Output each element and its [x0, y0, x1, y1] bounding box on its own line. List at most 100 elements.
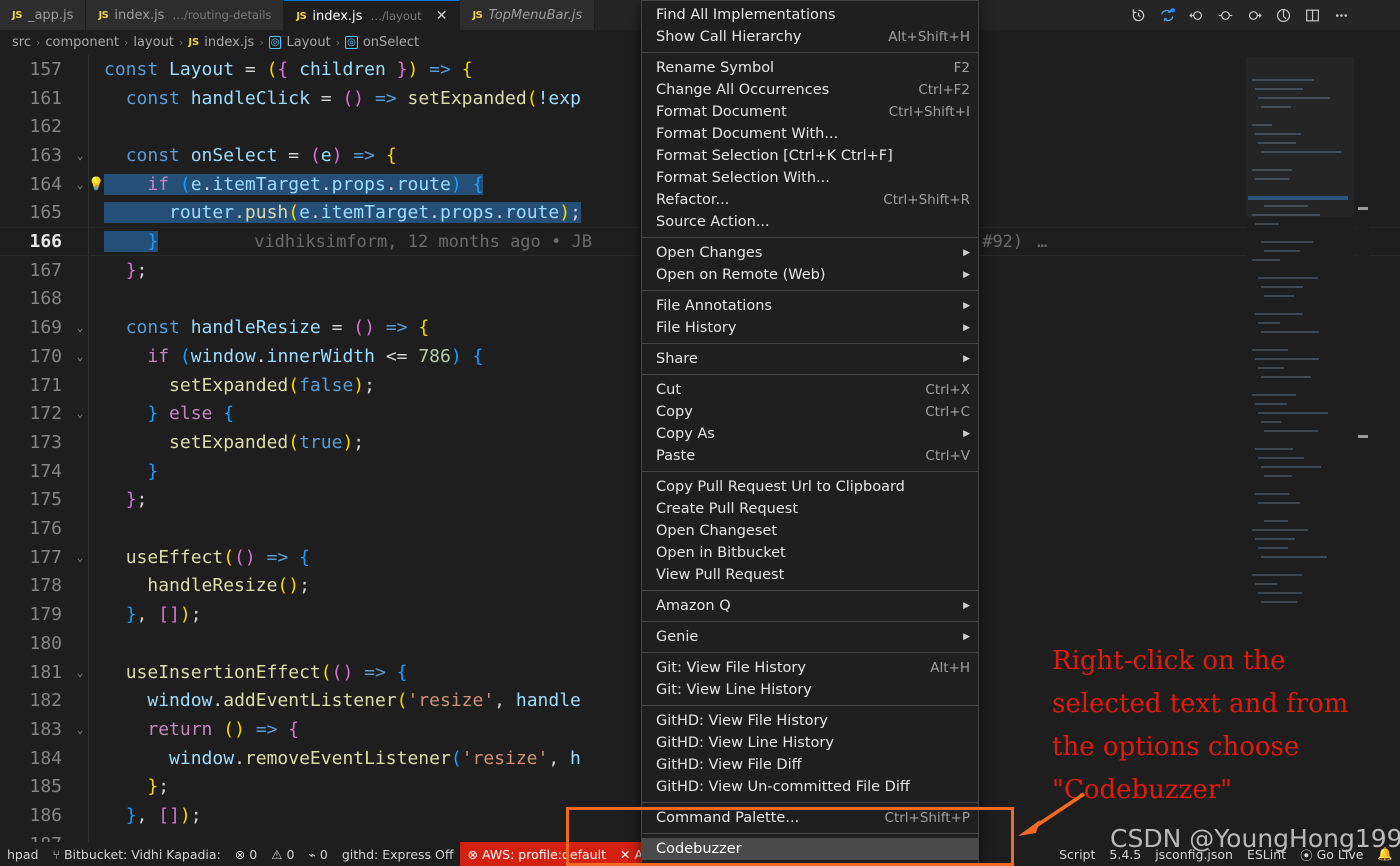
aws-profile-item[interactable]: ⊗ AWS: profile:default [460, 842, 613, 866]
menu-item-label: Format Document [656, 104, 787, 120]
menu-item-label: Find All Implementations [656, 7, 836, 23]
menu-item-copy-as[interactable]: Copy As ▶ [642, 423, 978, 445]
menu-item-format-selection-with[interactable]: Format Selection With... [642, 167, 978, 189]
menu-item-label: GitHD: View Line History [656, 735, 834, 751]
minimap-line [1255, 448, 1293, 450]
sync-changes-icon[interactable] [1154, 2, 1180, 28]
breadcrumb-item-index-js[interactable]: index.js [204, 35, 254, 50]
bitbucket-item[interactable]: ⑂ Bitbucket: Vidhi Kapadia: [45, 842, 227, 866]
minimap-line [1261, 331, 1319, 333]
menu-item-format-document-with[interactable]: Format Document With... [642, 123, 978, 145]
problems-item[interactable]: ⊗ 0 [228, 842, 264, 866]
menu-item-command-palette[interactable]: Command Palette... Ctrl+Shift+P [642, 807, 978, 829]
menu-item-open-in-bitbucket[interactable]: Open in Bitbucket [642, 542, 978, 564]
minimap-line [1255, 583, 1277, 585]
warnings-item[interactable]: ⚠ 0 [264, 842, 301, 866]
history-icon[interactable] [1125, 2, 1151, 28]
fold-toggle-icon[interactable]: ⌄ [72, 321, 88, 334]
menu-item-paste[interactable]: Paste Ctrl+V [642, 445, 978, 467]
menu-item-githd-view-un-committed-file-diff[interactable]: GitHD: View Un-committed File Diff [642, 776, 978, 798]
menu-item-format-document[interactable]: Format Document Ctrl+Shift+I [642, 101, 978, 123]
minimap-line [1255, 493, 1289, 495]
minimap-line [1261, 241, 1313, 243]
run-debug-icon[interactable] [1270, 2, 1296, 28]
menu-item-show-call-hierarchy[interactable]: Show Call Hierarchy Alt+Shift+H [642, 26, 978, 48]
quick-fix-lightbulb-icon[interactable]: 💡 [88, 177, 104, 192]
menu-item-open-on-remote-web[interactable]: Open on Remote (Web) ▶ [642, 264, 978, 286]
menu-item-label: Copy Pull Request Url to Clipboard [656, 479, 905, 495]
fold-toggle-icon[interactable]: ⌄ [72, 407, 88, 420]
scratchpad-item[interactable]: hpad [0, 842, 45, 866]
split-editor-icon[interactable] [1299, 2, 1325, 28]
menu-item-open-changes[interactable]: Open Changes ▶ [642, 242, 978, 264]
menu-item-label: Open Changeset [656, 523, 778, 539]
go-back-icon[interactable] [1183, 2, 1209, 28]
breadcrumb-item-component[interactable]: component [45, 35, 119, 50]
menu-item-genie[interactable]: Genie ▶ [642, 626, 978, 648]
fold-toggle-icon[interactable]: ⌄ [72, 149, 88, 162]
menu-item-shortcut: Ctrl+Shift+R [883, 192, 970, 208]
menu-item-source-action[interactable]: Source Action... [642, 211, 978, 233]
minimap-line [1255, 403, 1287, 405]
menu-item-share[interactable]: Share ▶ [642, 348, 978, 370]
menu-item-rename-symbol[interactable]: Rename Symbol F2 [642, 57, 978, 79]
menu-item-label: Format Document With... [656, 126, 839, 142]
menu-item-githd-view-line-history[interactable]: GitHD: View Line History [642, 732, 978, 754]
menu-item-githd-view-file-diff[interactable]: GitHD: View File Diff [642, 754, 978, 776]
ports-item[interactable]: ⌁ 0 [301, 842, 334, 866]
editor-tab-index-js[interactable]: JS index.js …/layout ✕ [284, 0, 461, 31]
line-number: 162 [29, 116, 62, 138]
menu-item-view-pull-request[interactable]: View Pull Request [642, 564, 978, 586]
menu-item-copy[interactable]: Copy Ctrl+C [642, 401, 978, 423]
menu-item-codebuzzer[interactable]: Codebuzzer [642, 838, 978, 860]
menu-item-open-changeset[interactable]: Open Changeset [642, 520, 978, 542]
menu-separator [642, 471, 978, 472]
fold-toggle-icon[interactable]: ⌄ [72, 551, 88, 564]
editor-tab-TopMenuBar-js[interactable]: JS TopMenuBar.js [460, 0, 596, 30]
menu-item-label: Open Changes [656, 245, 763, 261]
watermark: CSDN @YoungHong1992 [1110, 824, 1400, 853]
fold-toggle-icon[interactable]: ⌄ [72, 666, 88, 679]
minimap-line [1258, 502, 1300, 504]
menu-item-find-all-implementations[interactable]: Find All Implementations [642, 4, 978, 26]
menu-item-label: View Pull Request [656, 567, 785, 583]
githd-item[interactable]: githd: Express Off [335, 842, 461, 866]
menu-item-githd-view-file-history[interactable]: GitHD: View File History [642, 710, 978, 732]
menu-item-cut[interactable]: Cut Ctrl+X [642, 379, 978, 401]
menu-item-copy-pull-request-url-to-clipboard[interactable]: Copy Pull Request Url to Clipboard [642, 476, 978, 498]
breadcrumb-item-onSelect[interactable]: onSelect [363, 35, 419, 50]
menu-item-git-view-file-history[interactable]: Git: View File History Alt+H [642, 657, 978, 679]
minimap-slider[interactable] [1246, 57, 1354, 217]
editor-tab-index-js[interactable]: JS index.js …/routing-details [86, 0, 285, 30]
line-number: 172 [29, 403, 62, 425]
close-icon[interactable]: ✕ [436, 9, 448, 23]
more-actions-icon[interactable] [1328, 2, 1354, 28]
menu-item-label: Format Selection [Ctrl+K Ctrl+F] [656, 148, 893, 164]
editor-tab-_app-js[interactable]: JS _app.js [0, 0, 87, 30]
breadcrumb-item-Layout[interactable]: Layout [286, 35, 330, 50]
go-forward-icon[interactable] [1241, 2, 1267, 28]
minimap-line [1258, 322, 1280, 324]
fold-toggle-icon[interactable]: ⌄ [72, 178, 88, 191]
menu-item-file-annotations[interactable]: File Annotations ▶ [642, 295, 978, 317]
breadcrumb-item-src[interactable]: src [12, 35, 31, 50]
tab-label: index.js [312, 8, 363, 24]
menu-item-label: Cut [656, 382, 681, 398]
breadcrumb-item-layout[interactable]: layout [133, 35, 174, 50]
menu-item-git-view-line-history[interactable]: Git: View Line History [642, 679, 978, 701]
menu-item-shortcut: Alt+Shift+H [888, 29, 970, 45]
go-to-icon[interactable] [1212, 2, 1238, 28]
fold-toggle-icon[interactable]: ⌄ [72, 723, 88, 736]
menu-item-amazon-q[interactable]: Amazon Q ▶ [642, 595, 978, 617]
editor-context-menu[interactable]: Find All Implementations Show Call Hierar… [641, 0, 979, 864]
menu-item-label: Change All Occurrences [656, 82, 830, 98]
menu-item-refactor[interactable]: Refactor... Ctrl+Shift+R [642, 189, 978, 211]
menu-item-create-pull-request[interactable]: Create Pull Request [642, 498, 978, 520]
language-mode-item[interactable]: Script [1052, 842, 1102, 866]
menu-item-format-selection-ctrl-k-ctrl-f[interactable]: Format Selection [Ctrl+K Ctrl+F] [642, 145, 978, 167]
menu-item-change-all-occurrences[interactable]: Change All Occurrences Ctrl+F2 [642, 79, 978, 101]
line-number: 163 [29, 144, 62, 166]
menu-item-file-history[interactable]: File History ▶ [642, 317, 978, 339]
fold-toggle-icon[interactable]: ⌄ [72, 350, 88, 363]
minimap-line [1258, 277, 1318, 279]
